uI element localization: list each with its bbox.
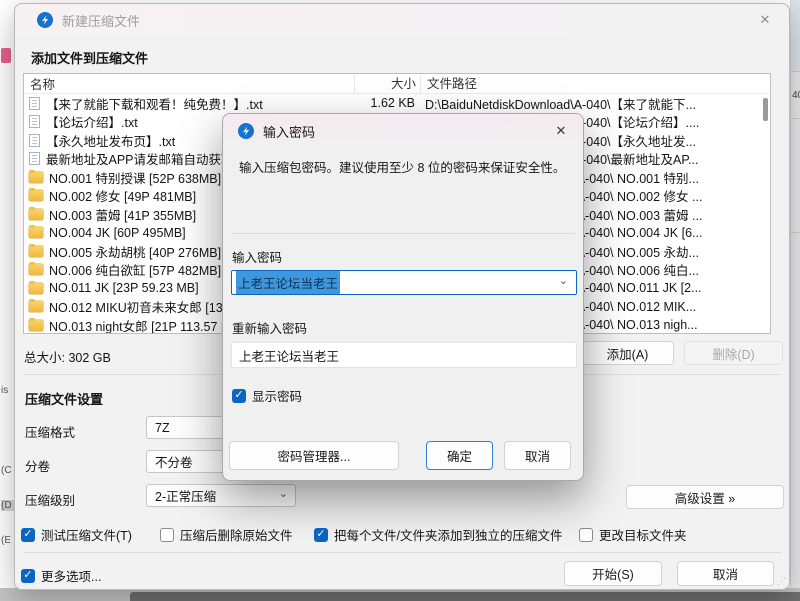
file-name: 【来了就能下载和观看！纯免费！】.txt bbox=[46, 94, 353, 113]
format-label: 压缩格式 bbox=[25, 422, 75, 441]
checkbox-label: 压缩后删除原始文件 bbox=[180, 525, 293, 544]
checkbox-box[interactable] bbox=[579, 528, 593, 542]
edge-fragment: (C bbox=[1, 465, 12, 476]
scrollbar-thumb[interactable] bbox=[763, 98, 768, 121]
screen: is (C (D (E 40 新建压缩文件 ✕ 添加文件到压缩文件 名称 大小 … bbox=[0, 0, 800, 601]
file-path: D:\BaiduNetdiskDownload\A-040\【来了就能下... bbox=[419, 94, 770, 113]
text-file-icon bbox=[29, 134, 40, 147]
format-value: 7Z bbox=[155, 421, 170, 435]
checkbox-label: 更改目标文件夹 bbox=[599, 525, 687, 544]
folder-icon bbox=[29, 209, 43, 220]
checkbox-label: 把每个文件/文件夹添加到独立的压缩文件 bbox=[334, 525, 562, 544]
text-file-icon bbox=[29, 115, 40, 128]
dialog-title: 输入密码 bbox=[263, 122, 315, 141]
total-size-text: 总大小: 302 GB bbox=[24, 347, 111, 366]
level-label: 压缩级别 bbox=[25, 490, 75, 509]
checkbox-test-archive[interactable]: 测试压缩文件(T) bbox=[21, 525, 132, 544]
advanced-settings-button[interactable]: 高级设置 » bbox=[626, 485, 784, 509]
ok-button[interactable]: 确定 bbox=[426, 441, 493, 470]
folder-icon bbox=[29, 283, 43, 294]
section-header-add-files: 添加文件到压缩文件 bbox=[31, 48, 148, 67]
underlying-header-fragment bbox=[791, 0, 800, 72]
checkbox-label: 测试压缩文件(T) bbox=[41, 525, 132, 544]
delete-button[interactable]: 删除(D) bbox=[684, 341, 783, 365]
volume-label: 分卷 bbox=[25, 456, 50, 475]
level-value: 2-正常压缩 bbox=[155, 486, 216, 505]
checkbox-show-password[interactable]: 显示密码 bbox=[232, 386, 302, 405]
start-button[interactable]: 开始(S) bbox=[564, 561, 662, 586]
volume-value: 不分卷 bbox=[155, 452, 193, 471]
edge-fragment: (D bbox=[1, 500, 15, 511]
checkbox-label: 显示密码 bbox=[252, 386, 302, 405]
main-titlebar[interactable]: 新建压缩文件 ✕ bbox=[15, 4, 789, 36]
password-label: 输入密码 bbox=[232, 247, 282, 266]
window-title: 新建压缩文件 bbox=[62, 11, 140, 30]
underlying-window-left-sliver: is (C (D (E bbox=[0, 0, 14, 601]
close-icon[interactable]: ✕ bbox=[549, 119, 573, 143]
resize-grip[interactable]: ⋰ bbox=[777, 576, 786, 587]
column-header-name[interactable]: 名称 bbox=[24, 74, 354, 93]
separator bbox=[231, 233, 575, 234]
column-header-size[interactable]: 大小 bbox=[354, 74, 420, 93]
chevron-down-icon[interactable]: ⌄ bbox=[559, 274, 568, 287]
underlying-dark-bar bbox=[130, 592, 800, 601]
text-file-icon bbox=[29, 97, 40, 110]
checkbox-box[interactable] bbox=[21, 569, 35, 583]
edge-fragment: is bbox=[1, 385, 8, 396]
folder-icon bbox=[29, 172, 43, 183]
confirm-password-label: 重新输入密码 bbox=[232, 318, 307, 337]
file-size: 1.62 KB bbox=[353, 96, 419, 110]
column-header-path[interactable]: 文件路径 bbox=[420, 74, 770, 93]
cancel-button[interactable]: 取消 bbox=[677, 561, 774, 586]
add-button[interactable]: 添加(A) bbox=[581, 341, 674, 365]
folder-icon bbox=[29, 190, 43, 201]
underlying-window-right-sliver: 40 bbox=[790, 0, 800, 601]
checkbox-more-options[interactable]: 更多选项... bbox=[21, 566, 101, 585]
checkbox-box[interactable] bbox=[232, 389, 246, 403]
edge-fragment: (E bbox=[1, 535, 11, 546]
close-icon[interactable]: ✕ bbox=[753, 8, 777, 32]
password-dialog: 输入密码 ✕ 输入压缩包密码。建议使用至少 8 位的密码来保证安全性。 输入密码… bbox=[222, 113, 584, 481]
password-value-selected: 上老王论坛当老王 bbox=[236, 271, 340, 294]
folder-icon bbox=[29, 264, 43, 275]
text-file-icon bbox=[29, 152, 40, 165]
edge-fragment: 40 bbox=[792, 90, 800, 101]
confirm-password-input[interactable]: 上老王论坛当老王 bbox=[231, 342, 577, 368]
confirm-password-value: 上老王论坛当老王 bbox=[239, 346, 339, 365]
checkbox-delete-after[interactable]: 压缩后删除原始文件 bbox=[160, 525, 293, 544]
cancel-button[interactable]: 取消 bbox=[504, 441, 571, 470]
level-dropdown[interactable]: 2-正常压缩 ⌄ bbox=[146, 484, 296, 507]
checkbox-box[interactable] bbox=[21, 528, 35, 542]
checkbox-box[interactable] bbox=[314, 528, 328, 542]
list-scrollbar[interactable] bbox=[763, 96, 768, 331]
bandizip-app-icon bbox=[37, 12, 53, 28]
folder-icon bbox=[29, 320, 43, 331]
list-header-row: 名称 大小 文件路径 bbox=[24, 74, 770, 94]
folder-icon bbox=[29, 246, 43, 257]
checkbox-separate-archives[interactable]: 把每个文件/文件夹添加到独立的压缩文件 bbox=[314, 525, 562, 544]
dialog-titlebar[interactable]: 输入密码 ✕ bbox=[223, 114, 583, 148]
separator bbox=[23, 552, 781, 553]
checkbox-label: 更多选项... bbox=[41, 566, 101, 585]
bandizip-app-icon bbox=[238, 123, 254, 139]
checkbox-box[interactable] bbox=[160, 528, 174, 542]
dialog-message: 输入压缩包密码。建议使用至少 8 位的密码来保证安全性。 bbox=[239, 159, 569, 178]
folder-icon bbox=[29, 301, 43, 312]
chevron-down-icon: ⌄ bbox=[279, 487, 288, 500]
checkbox-change-target[interactable]: 更改目标文件夹 bbox=[579, 525, 687, 544]
password-combobox[interactable]: 上老王论坛当老王 ⌄ bbox=[231, 270, 577, 295]
folder-icon bbox=[29, 227, 43, 238]
table-row[interactable]: 【来了就能下载和观看！纯免费！】.txt1.62 KBD:\BaiduNetdi… bbox=[24, 94, 770, 113]
settings-header: 压缩文件设置 bbox=[25, 389, 103, 408]
password-manager-button[interactable]: 密码管理器... bbox=[229, 441, 399, 470]
underlying-icon-fragment bbox=[1, 48, 11, 63]
